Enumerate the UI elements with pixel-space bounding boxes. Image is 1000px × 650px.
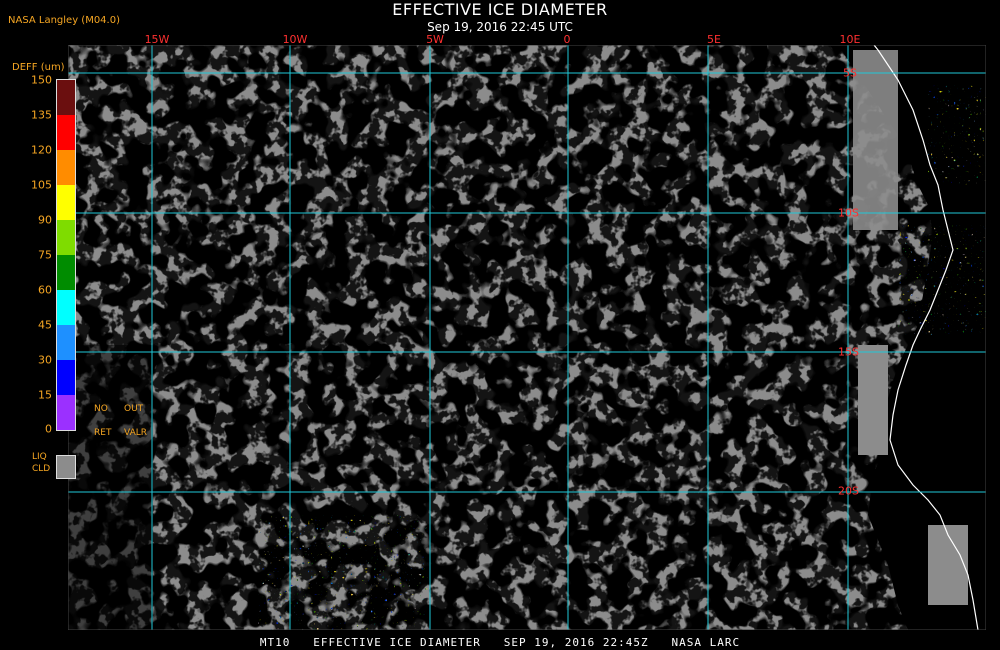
lat-label-20s: 20S — [838, 484, 859, 498]
map-timestamp: Sep 19, 2016 22:45 UTC — [427, 20, 573, 34]
liq-cld-label-1: LIQ — [32, 452, 47, 462]
legend-tick: 45 — [38, 318, 52, 332]
color-bar-segment — [57, 220, 75, 255]
color-bar-segment — [57, 115, 75, 150]
color-bar-segment — [57, 255, 75, 290]
legend-tick: 15 — [38, 388, 52, 402]
lat-label-15s: 15S — [838, 345, 859, 359]
color-bar-segment — [57, 80, 75, 115]
no-ret-label-1: NO — [94, 404, 108, 414]
land-cloud-patch — [853, 50, 898, 230]
liquid-cloud-swatch — [56, 455, 76, 479]
satellite-map — [68, 45, 986, 630]
ice-cloud-patch — [258, 515, 428, 630]
ice-cloud-patch — [928, 85, 986, 185]
legend-tick: 150 — [31, 73, 52, 87]
legend-tick: 60 — [38, 283, 52, 297]
no-ret-label-2: RET — [94, 428, 112, 438]
footer-caption: MT10 EFFECTIVE ICE DIAMETER SEP 19, 2016… — [259, 636, 741, 649]
out-valr-label-1: OUT — [124, 404, 144, 414]
liq-cld-label-2: CLD — [32, 464, 51, 474]
color-bar-segment — [57, 360, 75, 395]
legend-tick: 135 — [31, 108, 52, 122]
out-valr-label-2: VALR — [124, 428, 148, 438]
color-bar-segment — [57, 290, 75, 325]
land-cloud-patch — [928, 525, 968, 605]
color-bar — [56, 79, 76, 431]
lat-label-5s: 5S — [843, 66, 857, 80]
lat-label-10s: 10S — [838, 206, 859, 220]
land-cloud-patch — [858, 345, 888, 455]
color-bar-segment — [57, 395, 75, 430]
legend-tick: 120 — [31, 143, 52, 157]
color-bar-segment — [57, 185, 75, 220]
legend-tick: 0 — [45, 422, 52, 436]
color-bar-segment — [57, 325, 75, 360]
legend-tick: 30 — [38, 353, 52, 367]
color-bar-segment — [57, 150, 75, 185]
legend-tick: 90 — [38, 213, 52, 227]
map-title: EFFECTIVE ICE DIAMETER — [392, 0, 608, 19]
clear-sky-west — [68, 345, 153, 630]
legend-title: DEFF (um) — [12, 62, 65, 73]
legend-tick: 105 — [31, 178, 52, 192]
legend-tick: 75 — [38, 248, 52, 262]
